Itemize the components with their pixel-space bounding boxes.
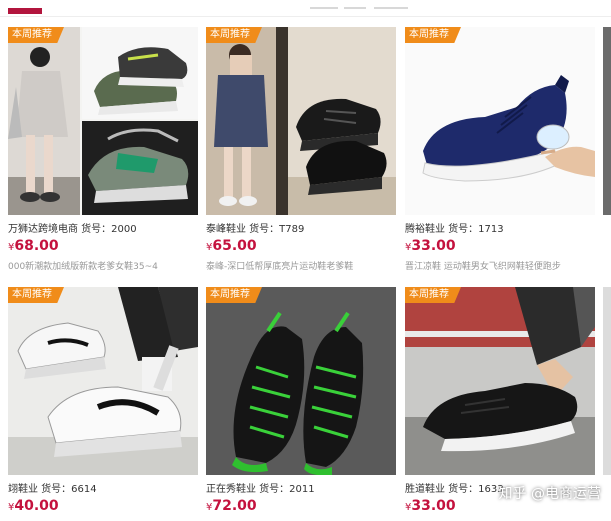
product-description[interactable]: 000新潮款加绒版新款老爹女鞋35~4	[8, 259, 198, 272]
price-value: 33.00	[411, 498, 456, 514]
product-image[interactable]	[405, 27, 595, 215]
product-card[interactable]: 本周推荐 腾裕鞋业 货号：1713 ¥33.00 晋江凉鞋 运动鞋男女飞织网鞋轻…	[405, 27, 595, 275]
product-price: ¥40.00	[8, 498, 59, 514]
product-title[interactable]: 正在秀鞋业 货号：2011	[206, 480, 396, 495]
divider	[0, 16, 611, 17]
product-description[interactable]: 泰峰-深口低帮厚底亮片运动鞋老爹鞋	[206, 259, 396, 272]
product-title[interactable]: 翊鞋业 货号：6614	[8, 480, 198, 495]
product-card[interactable]: 本周推荐 正在秀鞋业 货号：2011 ¥72.00	[206, 287, 396, 521]
product-card[interactable]: 本周推荐 泰峰鞋业 货号：T789 ¥65.00 泰峰-深口低帮厚底亮片运动鞋老…	[206, 27, 396, 275]
product-card[interactable]: 本周推荐 万狮达跨境电商 货号：2000 ¥68.00 000新潮款加绒版新款老…	[8, 27, 198, 275]
product-title[interactable]: 泰峰鞋业 货号：T789	[206, 220, 396, 235]
product-card[interactable]: 本周推荐 翊鞋业 货号：6614 ¥40.00	[8, 287, 198, 521]
product-price: ¥65.00	[206, 238, 257, 254]
weekly-recommend-badge: 本周推荐	[206, 27, 262, 43]
product-image[interactable]	[8, 287, 198, 475]
price-value: 33.00	[411, 238, 456, 254]
product-image-partial[interactable]	[603, 287, 611, 475]
weekly-recommend-badge: 本周推荐	[8, 287, 64, 303]
product-price: ¥68.00	[8, 238, 59, 254]
product-image[interactable]	[8, 27, 198, 215]
product-price: ¥72.00	[206, 498, 257, 514]
category-tab-indicator[interactable]	[8, 8, 42, 14]
product-image[interactable]	[206, 287, 396, 475]
weekly-recommend-badge: 本周推荐	[405, 287, 461, 303]
product-title[interactable]: 腾裕鞋业 货号：1713	[405, 220, 595, 235]
price-value: 40.00	[14, 498, 59, 514]
product-title[interactable]: 万狮达跨境电商 货号：2000	[8, 220, 198, 235]
top-bar	[0, 0, 611, 18]
weekly-recommend-badge: 本周推荐	[405, 27, 461, 43]
product-image[interactable]	[206, 27, 396, 215]
product-image-partial[interactable]	[603, 27, 611, 215]
product-price: ¥33.00	[405, 498, 456, 514]
price-value: 65.00	[212, 238, 257, 254]
product-price: ¥33.00	[405, 238, 456, 254]
weekly-recommend-badge: 本周推荐	[8, 27, 64, 43]
price-value: 72.00	[212, 498, 257, 514]
carousel-indicator[interactable]	[310, 3, 410, 11]
watermark: 知乎 @电商运营	[498, 486, 601, 502]
price-value: 68.00	[14, 238, 59, 254]
product-image[interactable]	[405, 287, 595, 475]
product-description[interactable]: 晋江凉鞋 运动鞋男女飞织网鞋轻便跑步	[405, 259, 595, 272]
weekly-recommend-badge: 本周推荐	[206, 287, 262, 303]
